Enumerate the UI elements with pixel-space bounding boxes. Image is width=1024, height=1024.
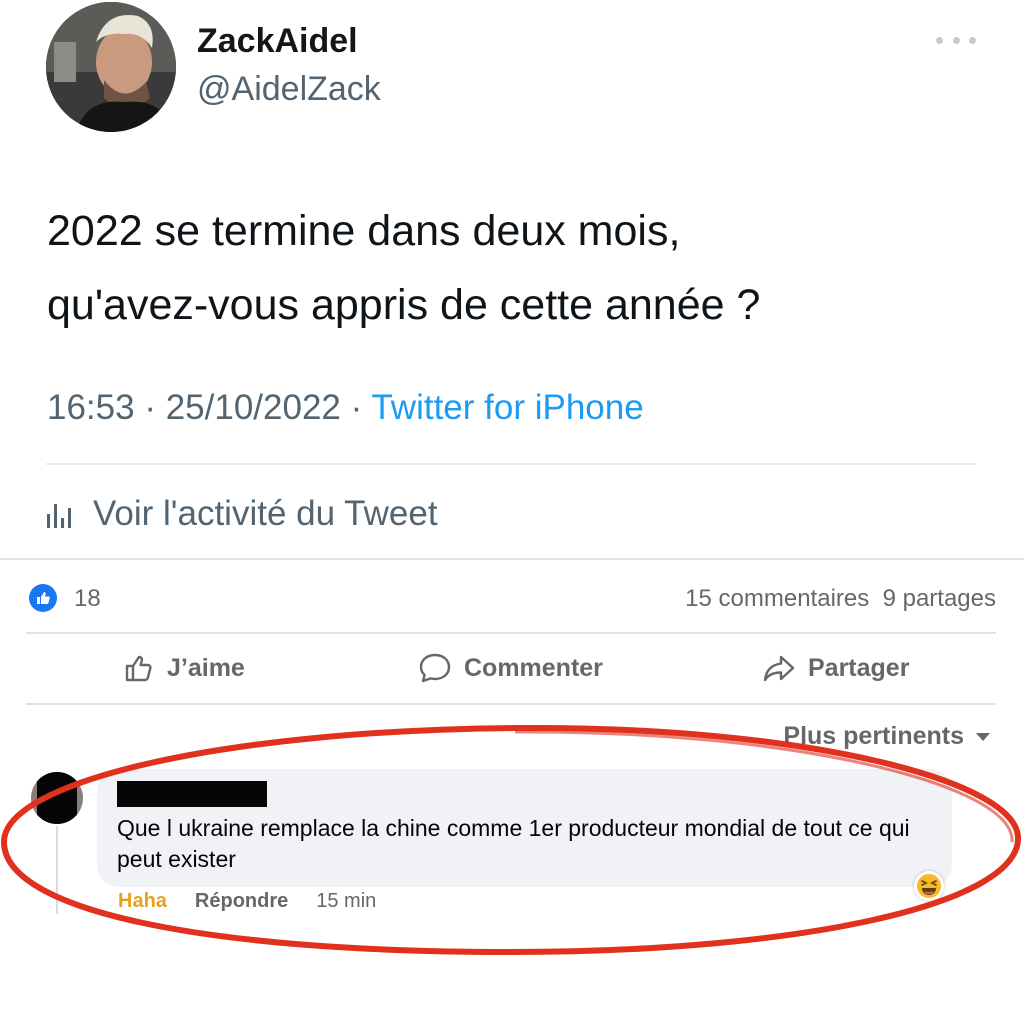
divider bbox=[46, 463, 976, 465]
share-arrow-icon bbox=[763, 655, 795, 682]
tweet-date: 25/10/2022 bbox=[165, 388, 341, 427]
comments-count[interactable]: 15 commentaires bbox=[685, 585, 869, 612]
shares-count[interactable]: 9 partages bbox=[883, 585, 996, 612]
comment-actions: Haha Répondre 15 min bbox=[118, 890, 376, 913]
more-options-icon[interactable] bbox=[936, 30, 976, 50]
comment-label: Commenter bbox=[464, 653, 603, 682]
comment-bubble: Que l ukraine remplace la chine comme 1e… bbox=[97, 769, 952, 887]
tweet-text-line-1: 2022 se termine dans deux mois, bbox=[47, 207, 681, 255]
tweet-source-link[interactable]: Twitter for iPhone bbox=[371, 388, 643, 427]
divider bbox=[26, 703, 996, 705]
comment-bubble-icon bbox=[419, 653, 451, 683]
redaction-block bbox=[37, 772, 77, 824]
reply-button[interactable]: Répondre bbox=[195, 890, 288, 913]
thumbs-up-icon bbox=[125, 655, 152, 682]
sort-label: Plus pertinents bbox=[783, 722, 964, 750]
comment-timestamp: 15 min bbox=[316, 890, 377, 912]
tweet-text: 2022 se termine dans deux mois, qu'avez-… bbox=[47, 194, 977, 342]
thread-line bbox=[56, 826, 58, 914]
meta-separator: · bbox=[340, 388, 372, 427]
analytics-icon bbox=[47, 500, 77, 528]
caret-down-icon bbox=[976, 732, 990, 741]
tweet-activity-link[interactable]: Voir l'activité du Tweet bbox=[47, 494, 438, 534]
section-divider bbox=[0, 558, 1024, 560]
tweet-metadata: 16:53 · 25/10/2022 · Twitter for iPhone bbox=[47, 388, 644, 428]
haha-reaction-icon[interactable] bbox=[914, 871, 944, 901]
commenter-avatar[interactable] bbox=[31, 772, 83, 824]
post-action-bar: J’aime Commenter Partager bbox=[0, 640, 1024, 700]
comment-sort-dropdown[interactable]: Plus pertinents bbox=[783, 722, 990, 751]
divider bbox=[26, 632, 996, 634]
comment-button[interactable]: Commenter bbox=[418, 652, 603, 684]
post-stats: 15 commentaires 9 partages bbox=[685, 585, 996, 613]
tweet-activity-label: Voir l'activité du Tweet bbox=[93, 494, 438, 533]
profile-avatar[interactable] bbox=[46, 2, 176, 132]
like-label: J’aime bbox=[167, 653, 245, 682]
display-name[interactable]: ZackAidel bbox=[197, 22, 358, 61]
tweet-text-line-2: qu'avez-vous appris de cette année ? bbox=[47, 281, 761, 329]
redacted-commenter-name[interactable] bbox=[117, 781, 267, 807]
reaction-count[interactable]: 18 bbox=[74, 585, 101, 613]
meta-separator: · bbox=[134, 388, 166, 427]
haha-reaction-label[interactable]: Haha bbox=[118, 890, 167, 913]
share-label: Partager bbox=[808, 653, 910, 682]
share-button[interactable]: Partager bbox=[762, 652, 909, 684]
user-handle[interactable]: @AidelZack bbox=[197, 70, 381, 109]
like-reaction-icon[interactable] bbox=[29, 584, 57, 612]
tweet-time: 16:53 bbox=[47, 388, 135, 427]
like-button[interactable]: J’aime bbox=[123, 652, 245, 684]
comment-text: Que l ukraine remplace la chine comme 1e… bbox=[117, 815, 910, 872]
